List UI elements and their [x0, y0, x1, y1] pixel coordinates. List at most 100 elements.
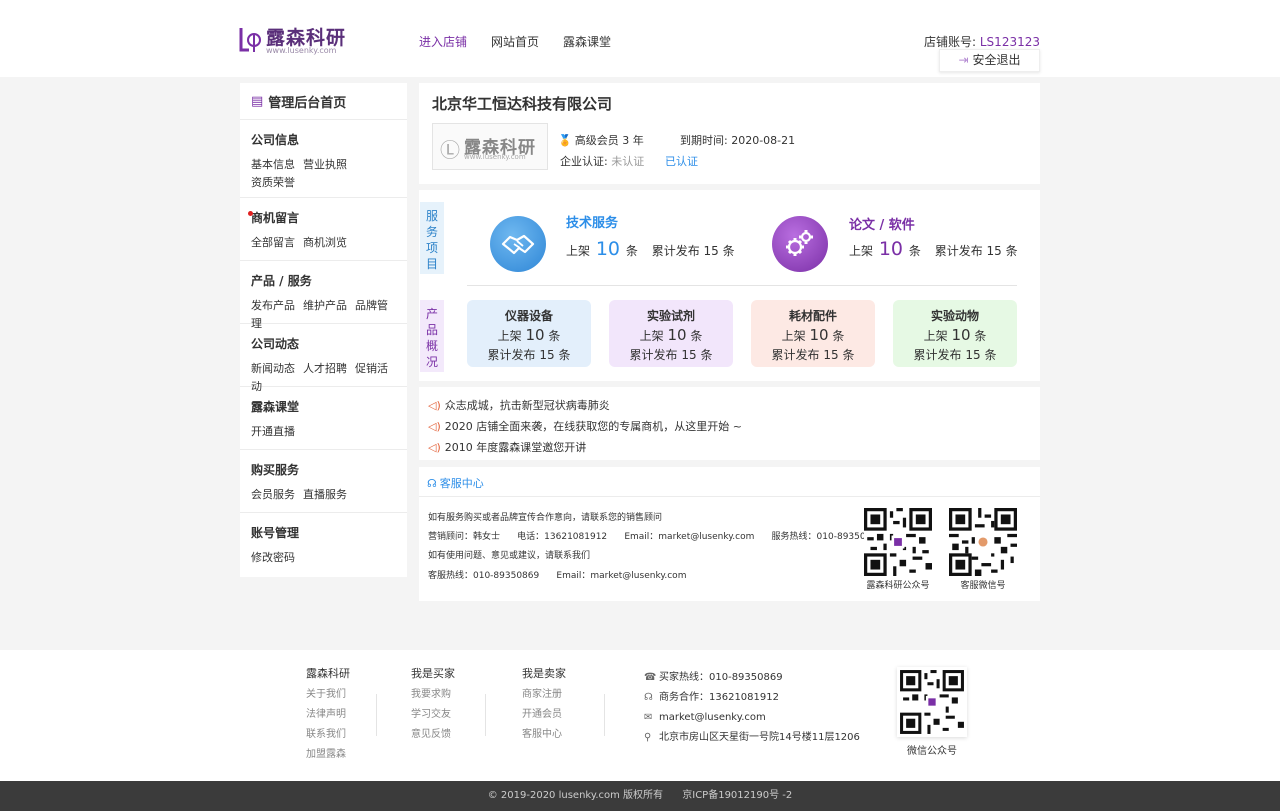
tech-service-on-count: 10 — [595, 238, 621, 260]
product-on-label: 上架 — [923, 329, 948, 343]
sidebar-link-live-service[interactable]: 直播服务 — [303, 488, 347, 501]
sidebar-link-recruit[interactable]: 人才招聘 — [303, 362, 347, 375]
product-on-unit: 条 — [974, 329, 987, 343]
sidebar-link-publish-product[interactable]: 发布产品 — [251, 299, 295, 312]
speaker-icon: ◁) — [428, 441, 441, 454]
sidebar-group-company-info: 公司信息 基本信息 营业执照 资质荣誉 — [240, 120, 407, 198]
product-on-label: 上架 — [497, 329, 522, 343]
cert-status-no: 未认证 — [611, 155, 645, 168]
footer-col-title: 我是卖家 — [522, 667, 566, 680]
tech-service-on-label: 上架 — [566, 244, 591, 258]
product-on-unit: 条 — [690, 329, 703, 343]
sidebar-group-title: 公司信息 — [251, 133, 300, 147]
sidebar-title[interactable]: ▤ 管理后台首页 — [240, 83, 407, 120]
footer-col-seller: 我是卖家 商家注册 开通会员 客服中心 — [522, 666, 566, 745]
company-name: 北京华工恒达科技有限公司 — [432, 95, 613, 113]
logout-label: 安全退出 — [972, 53, 1021, 67]
sidebar-link-change-password[interactable]: 修改密码 — [251, 551, 295, 564]
services-label-char: 项 — [425, 241, 438, 255]
footer-link-join[interactable]: 加盟露森 — [306, 745, 350, 765]
footer-link-feedback[interactable]: 意见反馈 — [411, 725, 455, 745]
product-card-consumables[interactable]: 耗材配件 上架 10 条 累计发布 15 条 — [751, 300, 875, 367]
account-label: 店铺账号: — [924, 35, 977, 49]
paper-software-on-count: 10 — [878, 238, 904, 260]
service-center-title: 客服中心 — [439, 477, 484, 490]
footer-contact-row: ✉ market@lusenky.com — [644, 708, 860, 728]
product-on-unit: 条 — [832, 329, 845, 343]
tech-service-total: 累计发布 15 条 — [651, 244, 735, 258]
nav-home[interactable]: 网站首页 — [491, 33, 539, 50]
site-logo[interactable]: 露森科研 www.lusenky.com — [239, 24, 364, 58]
header: 露森科研 www.lusenky.com 进入店铺 网站首页 露森课堂 店铺账号… — [0, 0, 1280, 77]
sidebar-group-title: 公司动态 — [251, 337, 300, 351]
headset-icon: ☊ — [427, 477, 437, 490]
icp-text[interactable]: 京ICP备19012190号 -2 — [682, 790, 792, 801]
footer-contact-text[interactable]: market@lusenky.com — [659, 712, 766, 723]
paper-software-on-unit: 条 — [908, 244, 921, 258]
sidebar-group-messages: 商机留言 全部留言 商机浏览 — [240, 198, 407, 261]
paper-software-circle[interactable] — [772, 216, 828, 272]
announcement-text: 2020 店铺全面来袭，在线获取您的专属商机，从这里开始 ~ — [444, 420, 742, 433]
product-on-label: 上架 — [781, 329, 806, 343]
service-center-card: ☊ 客服中心 如有服务购买或者品牌宣传合作意向，请联系您的销售顾问 营销顾问：韩女… — [419, 467, 1040, 601]
paper-software-title[interactable]: 论文 / 软件 — [849, 214, 915, 233]
announcement-item[interactable]: ◁) 众志成城，抗击新型冠状病毒肺炎 — [428, 397, 610, 413]
services-label-char: 服 — [425, 209, 438, 223]
sidebar-link-opportunity-views[interactable]: 商机浏览 — [303, 236, 347, 249]
sidebar-link-basic-info[interactable]: 基本信息 — [251, 158, 295, 171]
tech-service-circle[interactable] — [490, 216, 546, 272]
nav-enter-shop[interactable]: 进入店铺 — [419, 33, 467, 50]
location-icon: ⚲ — [644, 732, 652, 743]
footer-link-legal[interactable]: 法律声明 — [306, 705, 350, 725]
sidebar-group-title: 露森课堂 — [251, 400, 300, 414]
product-total: 累计发布 15 条 — [771, 348, 855, 362]
overview-card: 服 务 项 目 技术服务 上架 10 条 累计发布 15 条 论文 / 软件 上… — [419, 190, 1040, 381]
logout-button[interactable]: ⇥ 安全退出 — [939, 49, 1040, 72]
service-line: 客服热线：010-89350869 Email：market@lusenky.c… — [428, 571, 687, 581]
cert-label: 企业认证: — [560, 155, 608, 168]
company-logo-url: www.lusenky.com — [464, 153, 526, 161]
products-label: 产 品 概 况 — [420, 300, 444, 372]
product-name: 实验动物 — [930, 309, 979, 323]
product-total: 累计发布 15 条 — [487, 348, 571, 362]
expire-info: 到期时间: 2020-08-21 — [680, 132, 795, 148]
service-line: 如有使用问题、意见或建议，请联系我们 — [428, 551, 591, 561]
sidebar-link-maintain-product[interactable]: 维护产品 — [303, 299, 347, 312]
footer: 露森科研 关于我们 法律声明 联系我们 加盟露森 我是买家 我要求购 学习交友 … — [0, 650, 1280, 781]
footer-link-register[interactable]: 商家注册 — [522, 685, 566, 705]
announcement-item[interactable]: ◁) 2010 年度露森课堂邀您开讲 — [428, 439, 586, 455]
expire-label: 到期时间: — [680, 134, 728, 147]
sidebar-link-honors[interactable]: 资质荣誉 — [251, 176, 295, 189]
cert-status-yes[interactable]: 已认证 — [665, 155, 698, 168]
sidebar-link-all-messages[interactable]: 全部留言 — [251, 236, 295, 249]
product-card-instruments[interactable]: 仪器设备 上架 10 条 累计发布 15 条 — [467, 300, 591, 367]
service-line: 营销顾问：韩女士 电话：13621081912 Email：market@lus… — [428, 532, 883, 542]
announcement-item[interactable]: ◁) 2020 店铺全面来袭，在线获取您的专属商机，从这里开始 ~ — [428, 418, 742, 434]
services-label-char: 务 — [425, 225, 438, 239]
sidebar-link-license[interactable]: 营业执照 — [303, 158, 347, 171]
product-on-unit: 条 — [548, 329, 561, 343]
sidebar-link-news[interactable]: 新闻动态 — [251, 362, 295, 375]
sidebar-link-open-live[interactable]: 开通直播 — [251, 425, 295, 438]
footer-link-membership[interactable]: 开通会员 — [522, 705, 566, 725]
services-label-char: 目 — [425, 257, 438, 271]
medal-icon: 🏅 — [558, 134, 572, 147]
footer-link-about[interactable]: 关于我们 — [306, 685, 350, 705]
product-card-animals[interactable]: 实验动物 上架 10 条 累计发布 15 条 — [893, 300, 1017, 367]
footer-link-contact[interactable]: 联系我们 — [306, 725, 350, 745]
phone-icon: ☎ — [644, 672, 657, 683]
footer-col-buyer: 我是买家 我要求购 学习交友 意见反馈 — [411, 666, 455, 745]
footer-link-service[interactable]: 客服中心 — [522, 725, 566, 745]
sidebar-title-label: 管理后台首页 — [268, 95, 347, 111]
sidebar-link-member-service[interactable]: 会员服务 — [251, 488, 295, 501]
mail-icon: ✉ — [644, 712, 653, 723]
tech-service-title[interactable]: 技术服务 — [566, 212, 618, 231]
company-logo: Ⓛ 露森科研 www.lusenky.com — [432, 123, 548, 170]
footer-contact-text: 买家热线：010-89350869 — [659, 672, 783, 683]
footer-link-request[interactable]: 我要求购 — [411, 685, 455, 705]
footer-divider — [376, 694, 377, 736]
nav-classroom[interactable]: 露森课堂 — [563, 33, 611, 50]
product-card-reagents[interactable]: 实验试剂 上架 10 条 累计发布 15 条 — [609, 300, 733, 367]
footer-link-learn[interactable]: 学习交友 — [411, 705, 455, 725]
footer-contact-text: 北京市房山区天星街一号院14号楼11层1206 — [659, 732, 860, 743]
